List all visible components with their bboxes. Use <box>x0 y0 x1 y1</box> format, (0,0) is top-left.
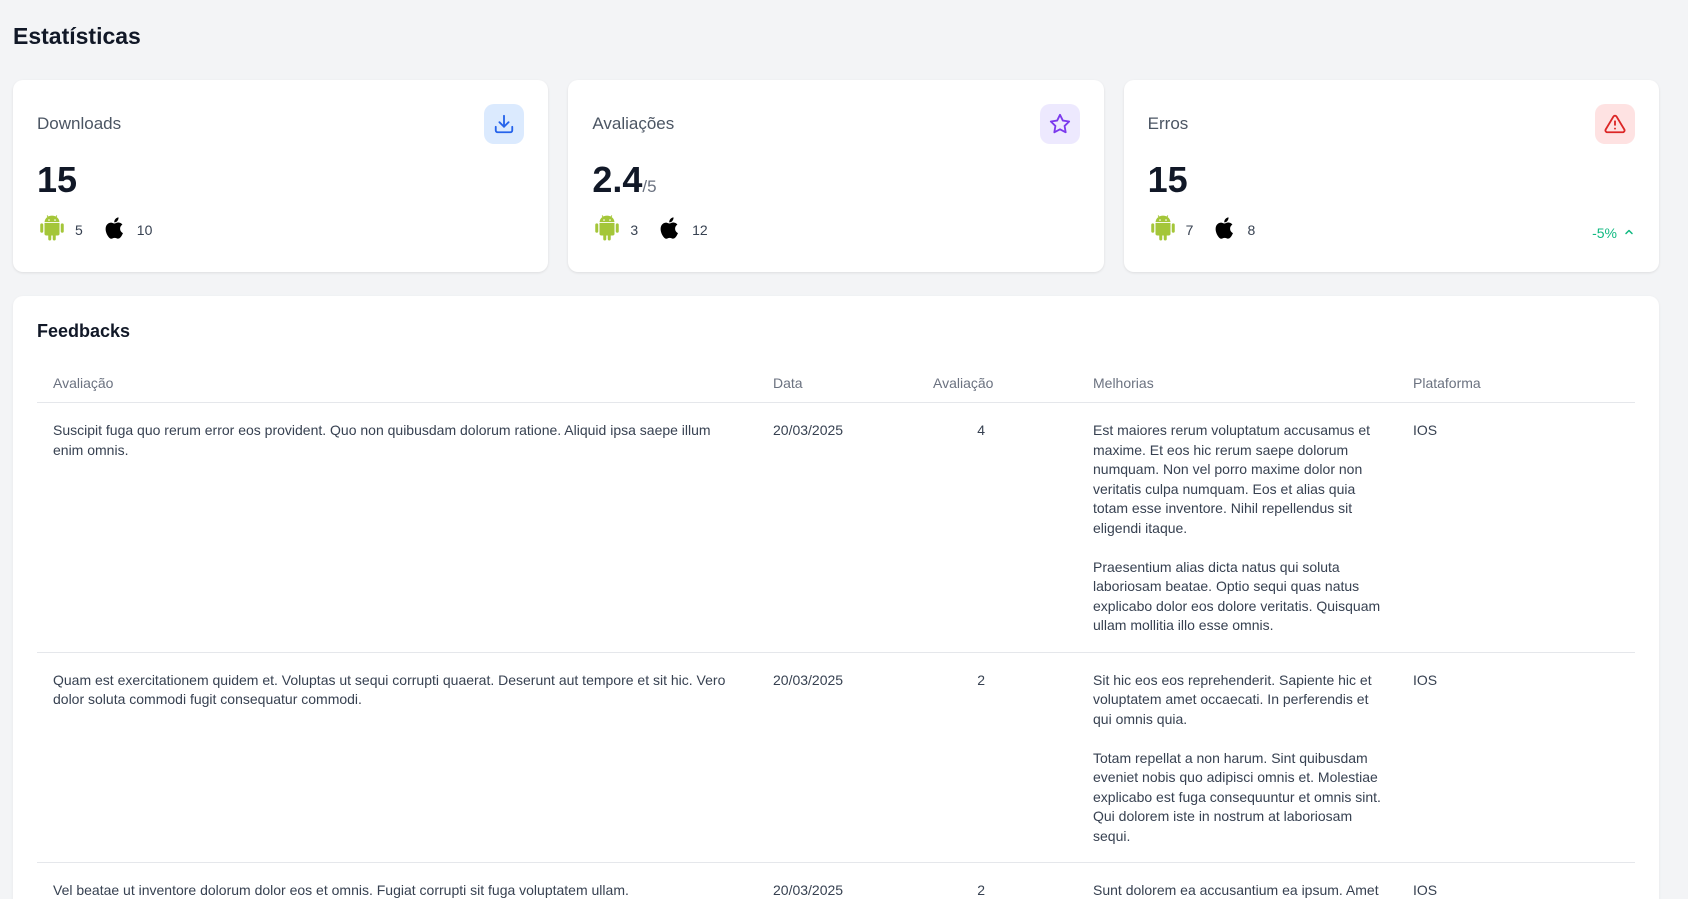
feedback-platform: IOS <box>1397 652 1635 863</box>
ios-stat: 12 <box>656 213 708 248</box>
column-header-improvements[interactable]: Melhorias <box>1077 366 1397 403</box>
android-icon <box>592 213 622 248</box>
table-row: Quam est exercitationem quidem et. Volup… <box>37 652 1635 863</box>
card-value: 15 <box>37 159 78 200</box>
column-header-date[interactable]: Data <box>757 366 917 403</box>
column-header-rating[interactable]: Avaliação <box>917 366 1077 403</box>
apple-icon <box>1211 213 1239 248</box>
card-label: Downloads <box>37 114 122 133</box>
feedback-comment: Suscipit fuga quo rerum error eos provid… <box>37 402 757 653</box>
improvement-paragraph: Praesentium alias dicta natus qui soluta… <box>1093 558 1381 634</box>
feedback-comment: Vel beatae ut inventore dolorum dolor eo… <box>37 862 757 899</box>
feedback-improvements: Sunt dolorem ea accusantium ea ipsum. Am… <box>1077 862 1397 899</box>
improvement-paragraph: Sit hic eos eos reprehenderit. Sapiente … <box>1093 671 1372 727</box>
table-row: Suscipit fuga quo rerum error eos provid… <box>37 402 1635 653</box>
android-icon <box>37 213 67 248</box>
card-value: 2.4/5 <box>592 159 657 200</box>
android-count: 7 <box>1185 222 1194 238</box>
feedbacks-title: Feedbacks <box>37 321 131 341</box>
feedback-rating: 2 <box>917 652 1077 863</box>
feedback-rating: 4 <box>917 402 1077 653</box>
feedback-date: 20/03/2025 <box>757 862 917 899</box>
trend-indicator: -5% <box>1592 225 1635 241</box>
ios-stat: 10 <box>101 213 153 248</box>
android-icon <box>1148 213 1178 248</box>
apple-icon <box>101 213 129 248</box>
card-value: 15 <box>1147 159 1188 200</box>
alert-triangle-icon <box>1594 104 1635 144</box>
improvement-paragraph: Sunt dolorem ea accusantium ea ipsum. Am… <box>1093 882 1379 898</box>
column-header-platform[interactable]: Plataforma <box>1397 366 1635 403</box>
statistics-page: Estatísticas Downloads 15 5 10 Avaliaçõe… <box>0 0 1688 899</box>
android-stat: 5 <box>37 213 83 248</box>
trend-value: -5% <box>1592 225 1617 241</box>
ios-count: 10 <box>136 222 153 238</box>
feedback-improvements: Est maiores rerum voluptatum accusamus e… <box>1077 402 1397 653</box>
column-header-comment[interactable]: Avaliação <box>37 366 757 403</box>
feedbacks-panel: Feedbacks Avaliação Data Avaliação Melho… <box>13 296 1659 899</box>
download-icon <box>484 104 525 144</box>
table-header-row: Avaliação Data Avaliação Melhorias Plata… <box>37 366 1635 403</box>
feedback-date: 20/03/2025 <box>757 402 917 653</box>
feedback-rating: 2 <box>917 862 1077 899</box>
ratings-card: Avaliações 2.4/5 3 12 <box>568 80 1104 272</box>
table-row: Vel beatae ut inventore dolorum dolor eo… <box>37 862 1635 899</box>
feedback-platform: IOS <box>1397 862 1635 899</box>
errors-card: Erros 15 7 8 -5% <box>1123 80 1659 272</box>
android-stat: 7 <box>1148 213 1194 248</box>
card-label: Avaliações <box>592 114 675 133</box>
page-title: Estatísticas <box>13 23 141 49</box>
stats-cards: Downloads 15 5 10 Avaliações 2.4/5 3 12 … <box>13 80 1659 272</box>
ios-count: 12 <box>692 222 708 238</box>
feedback-comment: Quam est exercitationem quidem et. Volup… <box>37 652 757 863</box>
android-stat: 3 <box>592 213 638 248</box>
star-icon <box>1039 104 1080 144</box>
improvement-paragraph: Totam repellat a non harum. Sint quibusd… <box>1093 749 1381 844</box>
ios-count: 8 <box>1247 222 1256 238</box>
android-count: 3 <box>630 222 639 238</box>
feedback-improvements: Sit hic eos eos reprehenderit. Sapiente … <box>1077 652 1397 863</box>
card-label: Erros <box>1147 114 1189 133</box>
feedback-date: 20/03/2025 <box>757 652 917 863</box>
apple-icon <box>656 213 684 248</box>
android-count: 5 <box>75 222 83 238</box>
downloads-card: Downloads 15 5 10 <box>13 80 549 272</box>
improvement-paragraph: Est maiores rerum voluptatum accusamus e… <box>1093 422 1370 536</box>
feedback-platform: IOS <box>1397 402 1635 653</box>
ios-stat: 8 <box>1211 213 1255 248</box>
feedbacks-table: Avaliação Data Avaliação Melhorias Plata… <box>37 366 1635 899</box>
chevron-up-icon <box>1623 225 1635 241</box>
